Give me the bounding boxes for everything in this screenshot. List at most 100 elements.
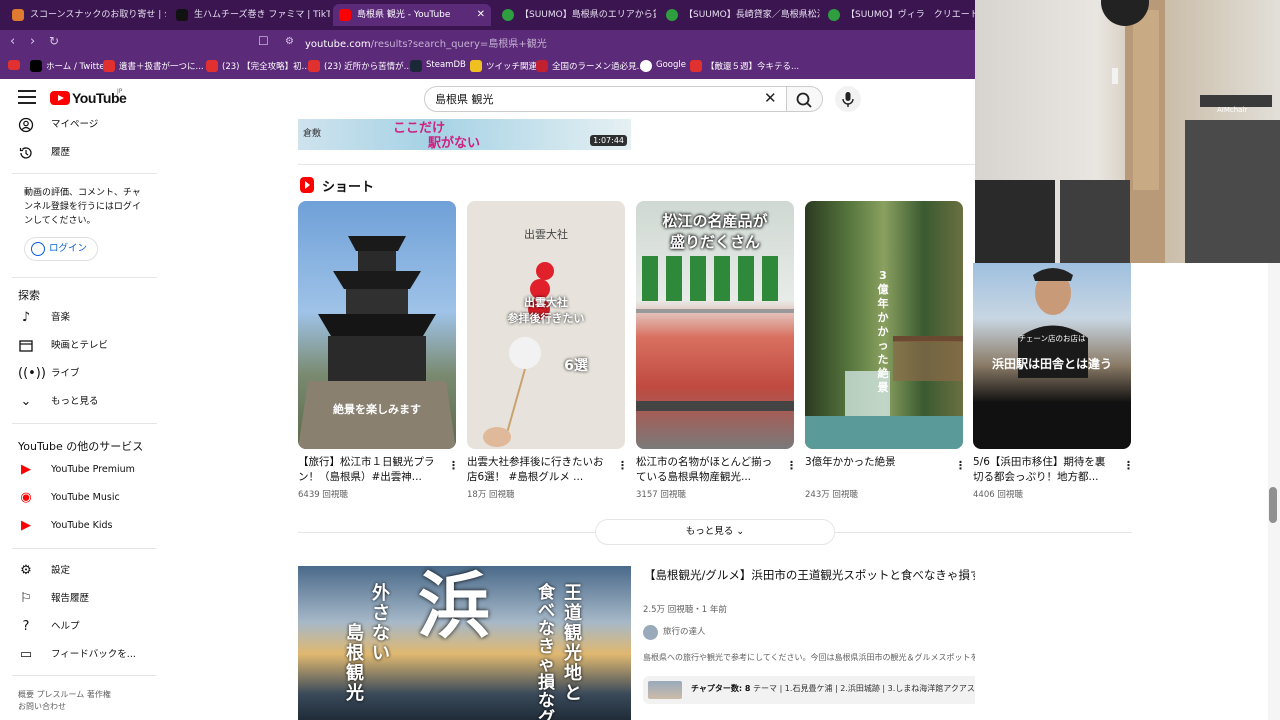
sidebar-item-music[interactable]: ♪ 音楽 bbox=[18, 310, 70, 330]
sidebar-item-feedback[interactable]: ▭ フィードバックを... bbox=[18, 647, 136, 667]
short-title[interactable]: 5/6【浜田市移住】期待を裏切る都会っぷり！地方都... bbox=[973, 455, 1113, 485]
bookmark-item[interactable]: 遺書＋扱書が一つに... bbox=[103, 60, 204, 72]
channel-name[interactable]: 旅行の達人 bbox=[663, 627, 706, 637]
short-thumbnail[interactable]: 出雲大社 出雲大社 参拝後行きたい 6選 bbox=[467, 201, 625, 449]
user-icon bbox=[31, 242, 45, 256]
voice-search-button[interactable] bbox=[835, 86, 861, 112]
sidebar-item-settings[interactable]: ⚙ 設定 bbox=[18, 563, 70, 583]
browser-tab[interactable]: 【SUUMO】長崎貸家／島根県松江市 bbox=[660, 4, 820, 26]
more-options-icon[interactable]: ⋮ bbox=[955, 459, 966, 472]
bookmark-label: Google bbox=[656, 60, 686, 70]
forward-icon[interactable]: › bbox=[30, 34, 35, 49]
tab-label: 【SUUMO】島根県のエリアから賃貸情報 bbox=[520, 10, 656, 20]
sidebar-item-report-history[interactable]: ⚐ 報告履歴 bbox=[18, 591, 89, 611]
sidebar-item-label: フィードバックを... bbox=[51, 649, 136, 660]
show-more-label: もっと見る bbox=[685, 526, 734, 537]
more-options-icon[interactable]: ⋮ bbox=[617, 459, 628, 472]
clear-search-icon[interactable]: ✕ bbox=[764, 89, 777, 107]
thumbnail-caption: 松江の名産品が 盛りだくさん bbox=[662, 212, 768, 251]
short-thumbnail[interactable]: 3億年かかった絶景 bbox=[805, 201, 963, 449]
youtube-bookmark-icon[interactable] bbox=[8, 60, 20, 73]
url-field[interactable]: youtube.com/results?search_query=島根県+観光 bbox=[305, 35, 547, 50]
sidebar-item-movies[interactable]: 映画とテレビ bbox=[18, 338, 108, 358]
chapters-bar[interactable]: チャプター数: 8 テーマ | 1.石見畳ケ浦 | 2.浜田城跡 | 3.しまね… bbox=[643, 676, 975, 704]
search-input[interactable] bbox=[435, 92, 755, 105]
sidebar-item-mypage[interactable]: マイページ bbox=[18, 117, 98, 137]
url-path: /results?search_query=島根県+観光 bbox=[370, 39, 547, 50]
bookmark-item[interactable]: (23) 近所から苦情が... bbox=[308, 60, 412, 72]
sidebar-item-live[interactable]: ((•)) ライブ bbox=[18, 366, 80, 386]
login-button[interactable]: ログイン bbox=[24, 237, 98, 261]
bookmark-item[interactable]: 【敵還５週】今キテる... bbox=[690, 60, 799, 72]
more-options-icon[interactable]: ⋮ bbox=[786, 459, 797, 472]
footer-links[interactable]: 概要 プレスルーム 著作権 お問い合わせ bbox=[18, 689, 111, 713]
bookmark-item[interactable]: SteamDB bbox=[410, 60, 466, 72]
short-title[interactable]: 出雲大社参拝後に行きたいお店6選！ #島根グルメ ... bbox=[467, 455, 607, 485]
short-thumbnail[interactable]: 絶景を楽しみます bbox=[298, 201, 456, 449]
close-tab-icon[interactable]: ✕ bbox=[477, 4, 485, 26]
browser-tab[interactable]: スコーンスナックのお取り寄せ | 公式通販 bbox=[6, 4, 166, 26]
thumbnail-text: 外さない bbox=[372, 583, 390, 664]
thumbnail-caption: 出雲大社 参拝後行きたい bbox=[507, 296, 585, 325]
bookmark-label: 全国のラーメン過必見... bbox=[552, 62, 645, 72]
video-title[interactable]: 【島根観光/グルメ】浜田市の王道観光スポットと食べなきゃ損する美味しいグルメ７選 bbox=[644, 566, 975, 584]
short-views: 18万 回視聴 bbox=[467, 490, 515, 500]
channel-link[interactable]: 旅行の達人 bbox=[643, 625, 706, 640]
bookmark-item[interactable]: 全国のラーメン過必見... bbox=[536, 60, 645, 72]
sidebar-item-history[interactable]: 履歴 bbox=[18, 145, 70, 165]
menu-icon[interactable] bbox=[18, 90, 36, 104]
sidebar-item-label: 設定 bbox=[51, 565, 71, 576]
chair-brand-label: AIMchair bbox=[1217, 106, 1248, 114]
short-title[interactable]: 【旅行】松江市１日観光プラン！（島根県）#出雲神... bbox=[298, 455, 438, 485]
video-thumbnail[interactable]: 倉敷 ここだけ 駅がない 1:07:44 bbox=[298, 119, 631, 150]
bookmark-item[interactable]: (23) 【完全攻略】初... bbox=[206, 60, 310, 72]
reload-icon[interactable]: ↻ bbox=[49, 34, 59, 48]
sidebar-item-label: YouTube Music bbox=[51, 492, 120, 503]
sidebar-item-label: マイページ bbox=[51, 119, 99, 130]
youtube-premium-icon: ▶ bbox=[21, 462, 31, 477]
sidebar-item-show-more[interactable]: ⌄ もっと見る bbox=[18, 394, 99, 414]
browser-tab[interactable]: 【SUUMO】ヴィラ クリエートＡ／島根 bbox=[822, 4, 975, 26]
bookmark-star-icon[interactable]: ☐ bbox=[258, 34, 269, 48]
search-results: 倉敷 ここだけ 駅がない 1:07:44 ショート 絶景を楽しみます 【旅行】松… bbox=[160, 119, 975, 720]
youtube-play-icon bbox=[50, 91, 70, 105]
thumbnail-text: 食べなきゃ損なグル bbox=[538, 583, 555, 720]
footer-line[interactable]: 概要 プレスルーム 著作権 bbox=[18, 689, 111, 701]
more-options-icon[interactable]: ⋮ bbox=[1123, 459, 1134, 472]
browser-tab[interactable]: 【SUUMO】島根県のエリアから賃貸情報 bbox=[496, 4, 656, 26]
browser-tab[interactable]: 生ハムチーズ巻き ファミマ | TikTok bbox=[170, 4, 330, 26]
site-favicon-icon bbox=[12, 9, 24, 21]
bookmark-item[interactable]: ツイッチ関連 bbox=[470, 60, 537, 72]
search-box bbox=[424, 86, 787, 112]
microphone-icon bbox=[842, 92, 854, 107]
sidebar-item-kids[interactable]: ▶ YouTube Kids bbox=[18, 518, 113, 538]
explore-heading: 探索 bbox=[18, 289, 40, 302]
scrollbar-thumb[interactable] bbox=[1269, 487, 1277, 523]
short-thumbnail[interactable]: チェーン店のお店は 浜田駅は田舎とは違う bbox=[973, 263, 1131, 449]
sidebar-item-help[interactable]: ? ヘルプ bbox=[18, 619, 80, 639]
divider bbox=[835, 532, 975, 533]
sidebar-item-music-app[interactable]: ◉ YouTube Music bbox=[18, 490, 120, 510]
logo-region: JP bbox=[117, 88, 123, 95]
short-title[interactable]: 3億年かかった絶景 bbox=[805, 455, 945, 485]
browser-tab-bar: スコーンスナックのお取り寄せ | 公式通販 生ハムチーズ巻き ファミマ | Ti… bbox=[0, 0, 975, 30]
page-margin bbox=[1131, 263, 1268, 720]
back-icon[interactable]: ‹ bbox=[10, 34, 15, 49]
browser-tab-active[interactable]: 島根県 観光 - YouTube ✕ bbox=[333, 4, 491, 26]
site-info-icon[interactable]: ⚙ bbox=[285, 36, 294, 47]
sidebar-item-premium[interactable]: ▶ YouTube Premium bbox=[18, 462, 135, 482]
short-thumbnail[interactable]: 松江の名産品が 盛りだくさん bbox=[636, 201, 794, 449]
bookmark-item[interactable]: Google bbox=[640, 60, 686, 72]
channel-avatar[interactable] bbox=[643, 625, 658, 640]
show-more-button[interactable]: もっと見る ⌄ bbox=[595, 519, 835, 545]
tab-label: 【SUUMO】ヴィラ クリエートＡ／島根 bbox=[846, 10, 975, 20]
help-icon: ? bbox=[22, 619, 30, 634]
bookmark-item[interactable]: ホーム / Twitter bbox=[30, 60, 108, 72]
more-options-icon[interactable]: ⋮ bbox=[448, 459, 459, 472]
footer-line[interactable]: お問い合わせ bbox=[18, 701, 111, 713]
search-button[interactable] bbox=[787, 86, 823, 112]
short-title[interactable]: 松江市の名物がほとんど揃っている島根県物産観光... bbox=[636, 455, 776, 485]
video-thumbnail[interactable]: 浜 外さない 島根観光 王道観光地と 食べなきゃ損なグル bbox=[298, 566, 631, 720]
thumbnail-text: 倉敷 bbox=[303, 129, 322, 139]
tab-label: スコーンスナックのお取り寄せ | 公式通販 bbox=[30, 10, 166, 20]
